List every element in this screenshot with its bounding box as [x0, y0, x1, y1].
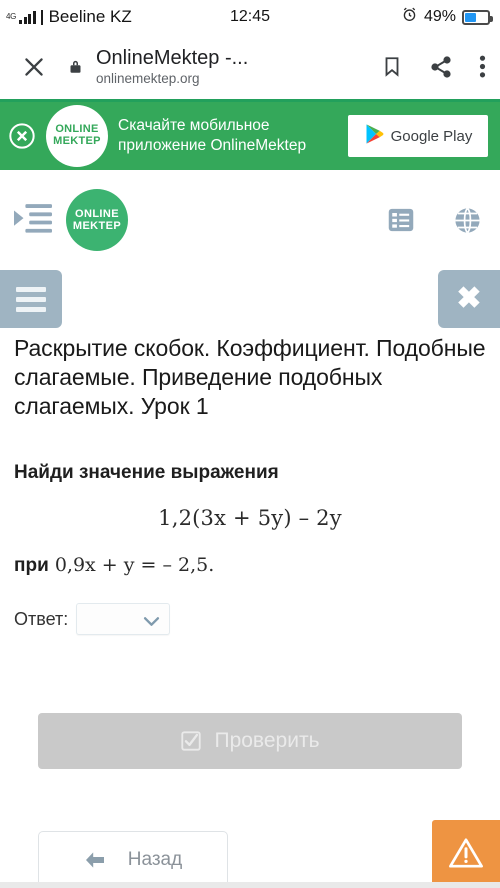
lesson-toolbar: ✖: [0, 270, 500, 328]
google-play-icon: [364, 123, 384, 150]
battery-percent-label: 49%: [423, 8, 456, 25]
globe-icon[interactable]: [453, 206, 482, 235]
lesson-content: Раскрытие скобок. Коэффициент. Подобные …: [0, 328, 500, 888]
lock-icon: [62, 57, 88, 76]
close-circle-icon[interactable]: [8, 122, 36, 150]
bottom-strip: [0, 882, 500, 888]
task-prompt: Найди значение выражения: [14, 462, 279, 484]
promo-logo-line2: MEKTEP: [53, 135, 101, 147]
overflow-menu-icon[interactable]: [479, 54, 486, 79]
page-url: onlinemektep.org: [96, 70, 200, 86]
app-promo-banner: ONLINE MEKTEP Скачайте мобильное приложе…: [0, 102, 500, 170]
carrier-label: Beeline KZ: [48, 7, 132, 26]
back-button-label: Назад: [127, 849, 183, 871]
page-title: OnlineMektep -...: [96, 47, 249, 69]
promo-text-line1: Скачайте мобильное: [118, 116, 270, 134]
share-icon[interactable]: [429, 55, 453, 79]
site-logo[interactable]: ONLINE MEKTEP: [66, 189, 128, 251]
site-logo-line1: ONLINE: [75, 207, 119, 220]
task-formula: 1,2(3x + 5y) – 2y: [158, 506, 342, 531]
promo-logo: ONLINE MEKTEP: [46, 105, 108, 167]
google-play-label: Google Play: [390, 127, 473, 145]
sim-divider: [40, 9, 43, 25]
browser-actions: [371, 54, 486, 79]
answer-label: Ответ:: [14, 608, 69, 629]
google-play-button[interactable]: Google Play: [348, 115, 488, 157]
network-type-label: 4G: [6, 12, 17, 21]
warning-triangle-icon: [448, 836, 484, 873]
report-problem-button[interactable]: [432, 820, 500, 888]
task-condition-prefix: при: [14, 555, 49, 577]
site-header: ONLINE MEKTEP: [0, 170, 500, 270]
battery-icon: [462, 9, 493, 25]
close-icon[interactable]: [14, 47, 54, 87]
task-condition-expression: 0,9x + y = – 2,5.: [54, 554, 215, 577]
phone-screen: 4G Beeline KZ 12:45 49% OnlineMektep -..…: [0, 0, 500, 888]
lesson-close-button[interactable]: ✖: [438, 270, 500, 328]
indent-list-icon[interactable]: [14, 203, 52, 237]
site-logo-line2: MEKTEP: [72, 220, 122, 232]
close-icon: ✖: [456, 282, 482, 315]
lesson-menu-button[interactable]: [0, 270, 62, 328]
check-button-label: Проверить: [214, 729, 320, 753]
status-bar-right: 49%: [401, 6, 493, 28]
bookmark-icon[interactable]: [381, 54, 403, 79]
arrow-left-icon: [84, 851, 106, 869]
browser-title-block[interactable]: OnlineMektep -... onlinemektep.org: [96, 48, 371, 86]
promo-text-line2: приложение OnlineMektep: [118, 137, 307, 154]
answer-select[interactable]: [76, 603, 171, 636]
list-view-icon[interactable]: [387, 206, 415, 234]
browser-toolbar: OnlineMektep -... onlinemektep.org: [0, 34, 500, 102]
check-button[interactable]: Проверить: [38, 713, 462, 770]
back-button[interactable]: Назад: [38, 831, 228, 888]
hamburger-icon: [16, 286, 46, 312]
task-condition: при 0,9x + y = – 2,5.: [14, 554, 486, 577]
lesson-title: Раскрытие скобок. Коэффициент. Подобные …: [14, 335, 486, 419]
checkbox-checked-icon: [180, 730, 202, 752]
answer-row: Ответ:: [14, 603, 486, 636]
signal-strength-icon: [19, 10, 36, 24]
chevron-down-icon: [143, 614, 160, 626]
site-header-actions: [387, 206, 482, 235]
promo-text: Скачайте мобильное приложение OnlineMekt…: [118, 116, 338, 156]
alarm-clock-icon: [401, 6, 418, 28]
status-bar: 4G Beeline KZ 12:45 49%: [0, 0, 500, 34]
status-bar-left: 4G Beeline KZ: [6, 7, 132, 27]
